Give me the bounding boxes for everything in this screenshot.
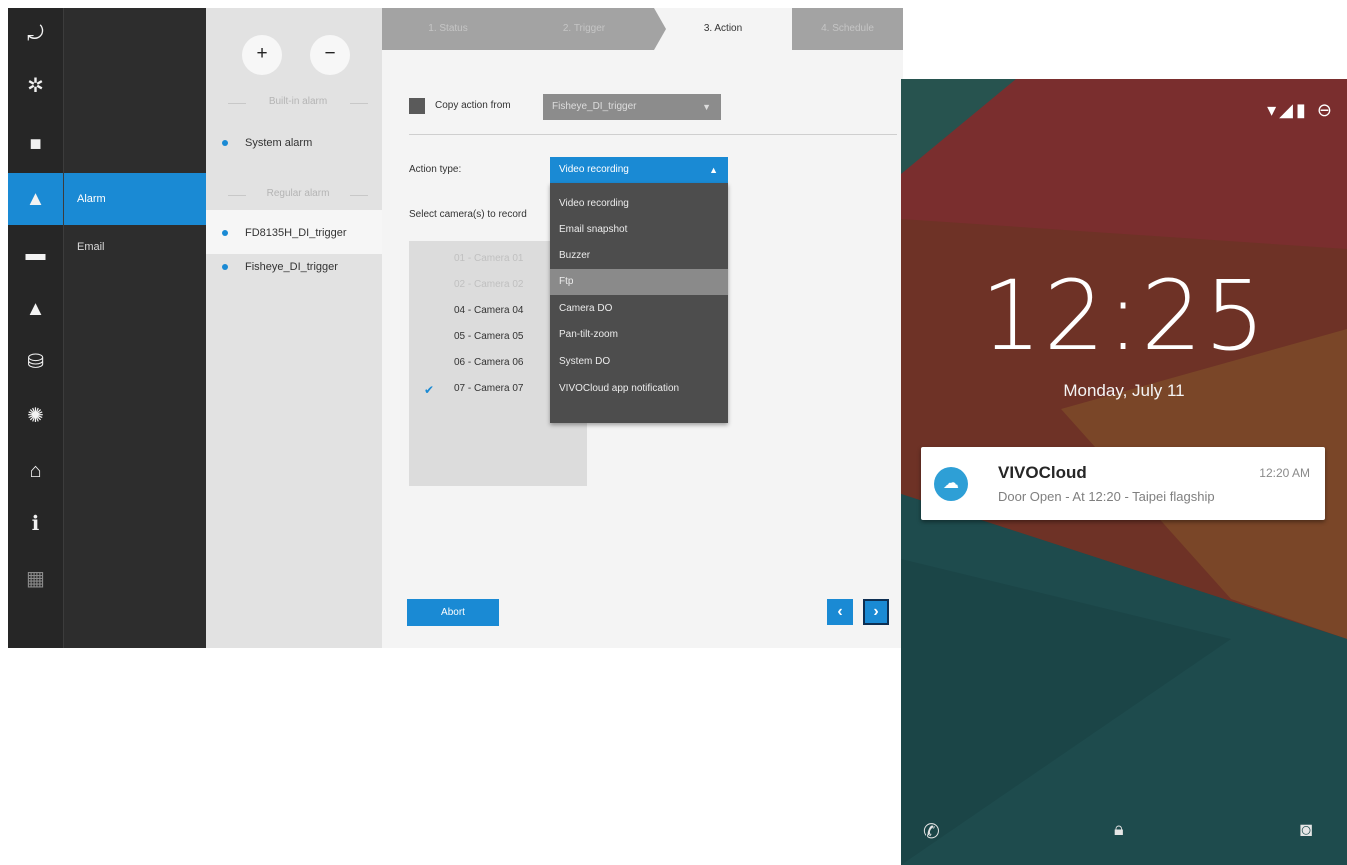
gear-icon[interactable]: ✲: [8, 60, 63, 112]
status-bar-icons: ▾◢▮ ⊖: [1267, 100, 1335, 120]
remove-alarm-button[interactable]: −: [310, 35, 350, 75]
action-type-label: Action type:: [409, 164, 462, 175]
tab-status[interactable]: 1. Status: [382, 8, 514, 50]
add-alarm-button[interactable]: +: [242, 35, 282, 75]
camera-item[interactable]: 06 - Camera 06: [454, 357, 523, 368]
bullet-icon: [222, 264, 228, 271]
copy-action-checkbox[interactable]: [409, 98, 425, 114]
camera-item[interactable]: 01 - Camera 01: [454, 253, 523, 264]
dropdown-option[interactable]: Video recording: [550, 191, 728, 217]
builtin-alarm-header: Built-in alarm: [228, 96, 368, 107]
database-icon[interactable]: ⛁: [8, 336, 63, 388]
dropdown-option[interactable]: Pan-tilt-zoom: [550, 322, 728, 348]
main-nav-bar: ⤾ ✲ ■ ▲ ▬ ▲ ⛁ ✺ ⌂ ℹ ▦: [8, 8, 63, 648]
cloud-icon: ☁: [934, 467, 968, 501]
notification-time: 12:20 AM: [1259, 466, 1310, 480]
tab-schedule[interactable]: 4. Schedule: [792, 8, 903, 50]
copy-action-select[interactable]: Fisheye_DI_trigger ▼: [543, 94, 721, 120]
action-type-value: Video recording: [559, 164, 629, 175]
dropdown-option[interactable]: System DO: [550, 349, 728, 375]
network-globe-icon[interactable]: ✺: [8, 390, 63, 442]
checkmark-icon: ✔: [424, 383, 435, 397]
divider: [409, 134, 897, 135]
wizard-steps: 1. Status 2. Trigger 3. Action 4. Schedu…: [382, 8, 903, 50]
chevron-up-icon: ▲: [709, 165, 718, 175]
regular-alarm-header: Regular alarm: [228, 188, 368, 199]
alarm-name: System alarm: [245, 137, 313, 149]
alarm-submenu: Alarm Email: [63, 8, 207, 648]
step-arrow: [654, 8, 666, 50]
notification-text: Door Open - At 12:20 - Taipei flagship: [998, 489, 1215, 504]
nvr-alarm-settings-window: ⤾ ✲ ■ ▲ ▬ ▲ ⛁ ✺ ⌂ ℹ ▦ Alarm Email + − Bu…: [8, 8, 903, 648]
phone-icon[interactable]: ✆: [923, 819, 940, 844]
playback-icon[interactable]: ⤾: [8, 8, 63, 60]
camera-item[interactable]: 04 - Camera 04: [454, 305, 523, 316]
list-item[interactable]: Fisheye_DI_trigger: [222, 261, 378, 273]
bullet-icon: [222, 230, 228, 237]
action-type-dropdown: Video recording Email snapshot Buzzer Ft…: [550, 183, 728, 423]
camera-item[interactable]: 05 - Camera 05: [454, 331, 523, 342]
notification-app-name: VIVOCloud: [998, 463, 1087, 482]
camera-item[interactable]: 07 - Camera 07: [454, 383, 523, 394]
video-camera-icon[interactable]: ■: [8, 118, 63, 170]
lock-screen-clock: 12:25: [980, 260, 1268, 372]
bullet-icon: [222, 140, 228, 147]
lock-icon[interactable]: 🔒︎: [1114, 819, 1124, 840]
alarm-name: Fisheye_DI_trigger: [245, 261, 338, 273]
dropdown-option[interactable]: Ftp: [550, 269, 728, 295]
keyboard-icon[interactable]: ▦: [8, 553, 63, 605]
info-icon[interactable]: ℹ: [8, 498, 63, 550]
alarm-name: FD8135H_DI_trigger: [245, 227, 347, 239]
camera-item[interactable]: 02 - Camera 02: [454, 279, 523, 290]
submenu-item-email[interactable]: Email: [64, 235, 207, 287]
bank-icon[interactable]: ⌂: [8, 445, 63, 497]
select-cameras-label: Select camera(s) to record: [409, 209, 527, 220]
copy-action-value: Fisheye_DI_trigger: [552, 101, 637, 112]
dropdown-option[interactable]: VIVOCloud app notification: [550, 376, 728, 402]
list-item[interactable]: System alarm: [222, 137, 378, 149]
monitor-icon[interactable]: ▬: [8, 228, 63, 280]
chevron-down-icon: ▼: [702, 102, 711, 112]
camera-icon[interactable]: ◙: [1300, 819, 1312, 842]
tab-action[interactable]: 3. Action: [666, 8, 780, 50]
dropdown-option[interactable]: Camera DO: [550, 296, 728, 322]
alarm-wizard-panel: 1. Status 2. Trigger 3. Action 4. Schedu…: [382, 8, 903, 648]
copy-action-label: Copy action from: [435, 100, 511, 111]
lock-screen-date: Monday, July 11: [1063, 381, 1185, 400]
action-type-select[interactable]: Video recording ▲: [550, 157, 728, 183]
user-icon[interactable]: ▲: [8, 283, 63, 335]
push-notification[interactable]: ☁ VIVOCloud 12:20 AM Door Open - At 12:2…: [921, 447, 1325, 520]
list-item[interactable]: FD8135H_DI_trigger: [222, 227, 378, 239]
dropdown-option[interactable]: Email snapshot: [550, 217, 728, 243]
dropdown-option[interactable]: Buzzer: [550, 243, 728, 269]
bell-icon[interactable]: ▲: [8, 173, 63, 225]
abort-button[interactable]: Abort: [407, 599, 499, 626]
android-lock-screen: ▾◢▮ ⊖ 12:25 Monday, July 11 ☁ VIVOCloud …: [901, 79, 1347, 865]
submenu-item-alarm[interactable]: Alarm: [64, 173, 207, 225]
alarm-list-panel: + − Built-in alarm System alarm Regular …: [206, 8, 382, 648]
step-arrow: [780, 8, 792, 50]
tab-trigger[interactable]: 2. Trigger: [514, 8, 654, 50]
previous-button[interactable]: ‹: [827, 599, 853, 625]
next-button[interactable]: ›: [863, 599, 889, 625]
